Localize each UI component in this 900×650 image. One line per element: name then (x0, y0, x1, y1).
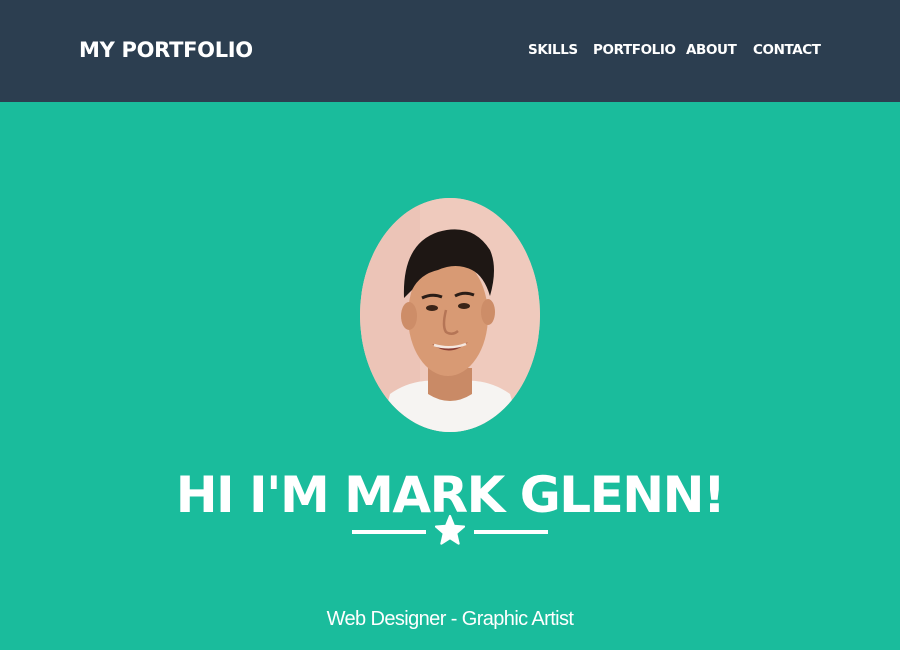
nav-link-skills[interactable]: SKILLS (528, 40, 578, 60)
nav-link-portfolio[interactable]: PORTFOLIO (593, 40, 676, 60)
nav-link-about[interactable]: ABOUT (686, 40, 737, 60)
profile-photo (360, 198, 540, 432)
title-divider (352, 514, 548, 550)
divider-line-left (352, 530, 426, 534)
hero-subtitle: Web Designer - Graphic Artist (326, 608, 574, 630)
navbar: MY PORTFOLIO SKILLS PORTFOLIO ABOUT CONT… (0, 0, 900, 102)
nav-menu: SKILLS PORTFOLIO ABOUT CONTACT (0, 40, 900, 60)
profile-photo-image (360, 198, 540, 432)
divider-line-right (474, 530, 548, 534)
nav-link-contact[interactable]: CONTACT (753, 40, 821, 60)
star-icon (435, 514, 465, 545)
